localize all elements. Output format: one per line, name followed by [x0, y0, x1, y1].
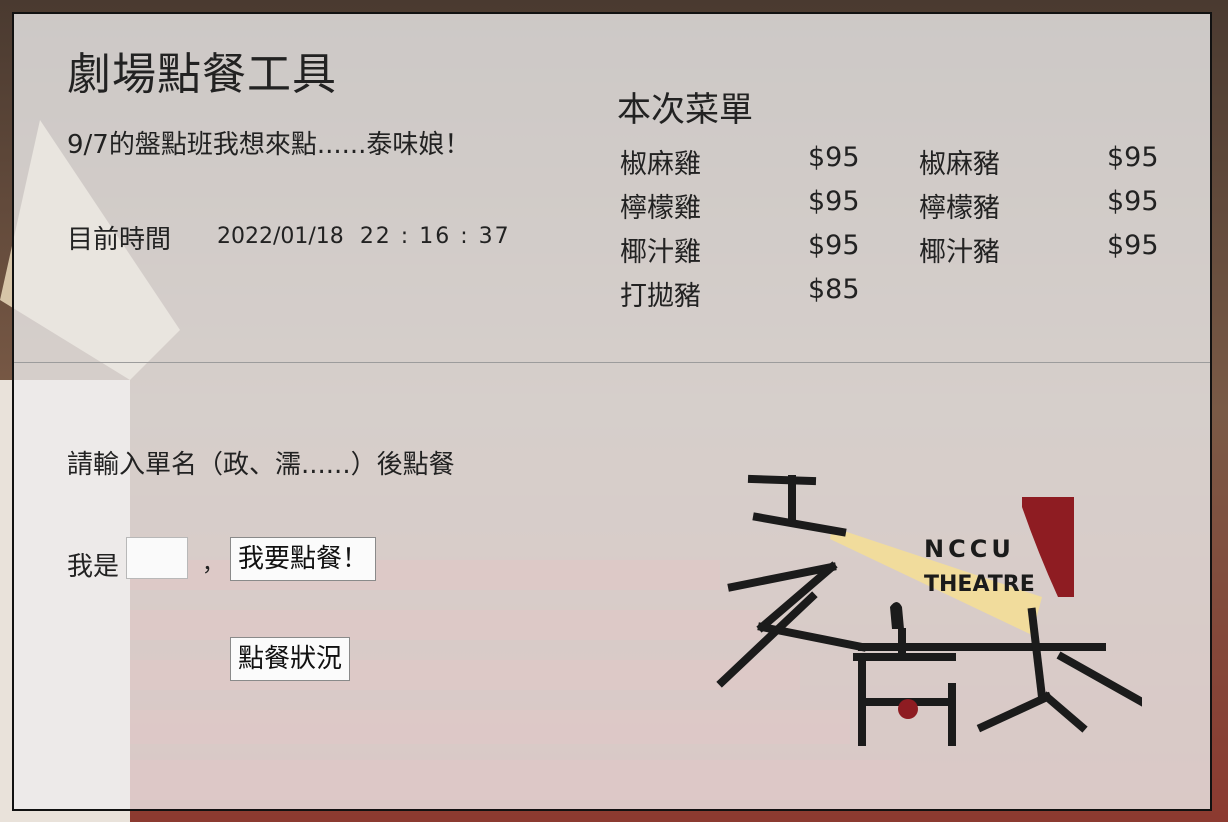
logo-text-theatre: THEATRE	[924, 572, 1035, 597]
menu-item-name: 打拋豬	[620, 281, 701, 312]
main-panel: 劇場點餐工具 9/7的盤點班我想來點......泰味娘！ 目前時間 2022/0…	[12, 12, 1212, 811]
comma-separator: ，	[202, 552, 225, 577]
nccu-theatre-logo-icon: NCCU THEATRE	[716, 474, 1142, 746]
menu-item-name: 椒麻豬	[919, 149, 1000, 180]
menu-item-name: 椒麻雞	[620, 149, 701, 180]
order-button[interactable]: 我要點餐！	[230, 537, 377, 581]
menu-item-name: 檸檬豬	[919, 193, 1000, 224]
subtitle-text: 9/7的盤點班我想來點......泰味娘！	[67, 130, 471, 160]
page-title: 劇場點餐工具	[67, 49, 337, 100]
menu-item-name: 椰汁豬	[919, 237, 1000, 268]
menu-item-price: $95	[1107, 230, 1159, 261]
menu-item-price: $95	[1107, 186, 1159, 217]
menu-item-price: $95	[808, 230, 860, 261]
current-time-label: 目前時間	[67, 225, 172, 255]
menu-item-price: $95	[1107, 142, 1159, 173]
current-clock: 22 : 16 : 37	[359, 224, 511, 249]
name-input[interactable]	[126, 537, 188, 579]
menu-item-price: $95	[808, 142, 860, 173]
menu-item-price: $95	[808, 186, 860, 217]
menu-item-name: 椰汁雞	[620, 237, 701, 268]
iam-label: 我是	[67, 552, 120, 582]
menu-item-name: 檸檬雞	[620, 193, 701, 224]
menu-title: 本次菜單	[617, 90, 753, 130]
order-status-button[interactable]: 點餐狀況	[230, 637, 351, 681]
order-instruction: 請輸入單名（政、濡......）後點餐	[67, 450, 455, 480]
logo-text-nccu: NCCU	[924, 535, 1015, 563]
menu-item-price: $85	[808, 274, 860, 305]
current-time-value: 2022/01/18 22 : 16 : 37	[217, 224, 511, 249]
section-divider	[14, 362, 1210, 363]
current-date: 2022/01/18	[217, 224, 344, 249]
